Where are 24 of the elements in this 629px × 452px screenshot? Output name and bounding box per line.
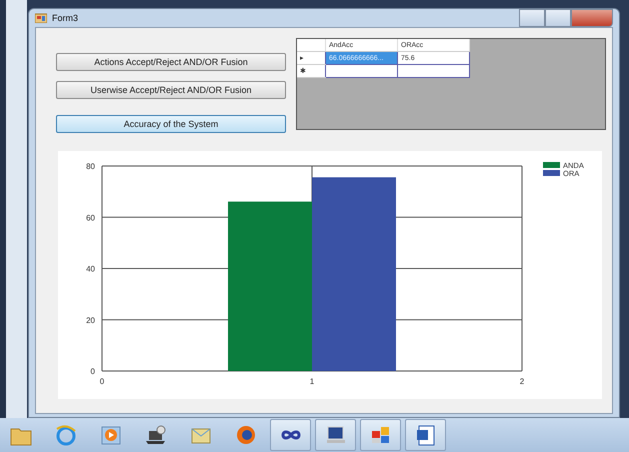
browser-icon <box>54 423 78 447</box>
axis-label: 40 <box>86 264 95 274</box>
taskbar-button[interactable] <box>315 419 356 451</box>
form-icon <box>35 13 47 23</box>
minimize-button[interactable] <box>519 9 545 27</box>
table-cell[interactable] <box>326 64 398 78</box>
close-button[interactable] <box>571 9 613 27</box>
window-title: Form3 <box>52 13 80 23</box>
axis-label: 0 <box>100 377 104 386</box>
maximize-button[interactable] <box>545 9 571 27</box>
taskbar-button[interactable] <box>405 419 446 451</box>
axis-label: 1 <box>310 377 314 386</box>
table-cell[interactable] <box>398 64 470 78</box>
taskbar-button[interactable] <box>360 419 401 451</box>
action-button[interactable]: Accuracy of the System <box>56 115 286 133</box>
action-button[interactable]: Actions Accept/Reject AND/OR Fusion <box>56 53 286 71</box>
axis-label: 2 <box>520 377 524 386</box>
axis-label: 80 <box>86 162 95 171</box>
axis-label: 20 <box>86 316 95 325</box>
action-button[interactable]: Userwise Accept/Reject AND/OR Fusion <box>56 81 286 99</box>
taskbar-button[interactable] <box>270 419 311 451</box>
axis-label: 60 <box>86 213 95 222</box>
laptop-icon <box>144 423 168 447</box>
axis-label: 0 <box>90 367 95 376</box>
